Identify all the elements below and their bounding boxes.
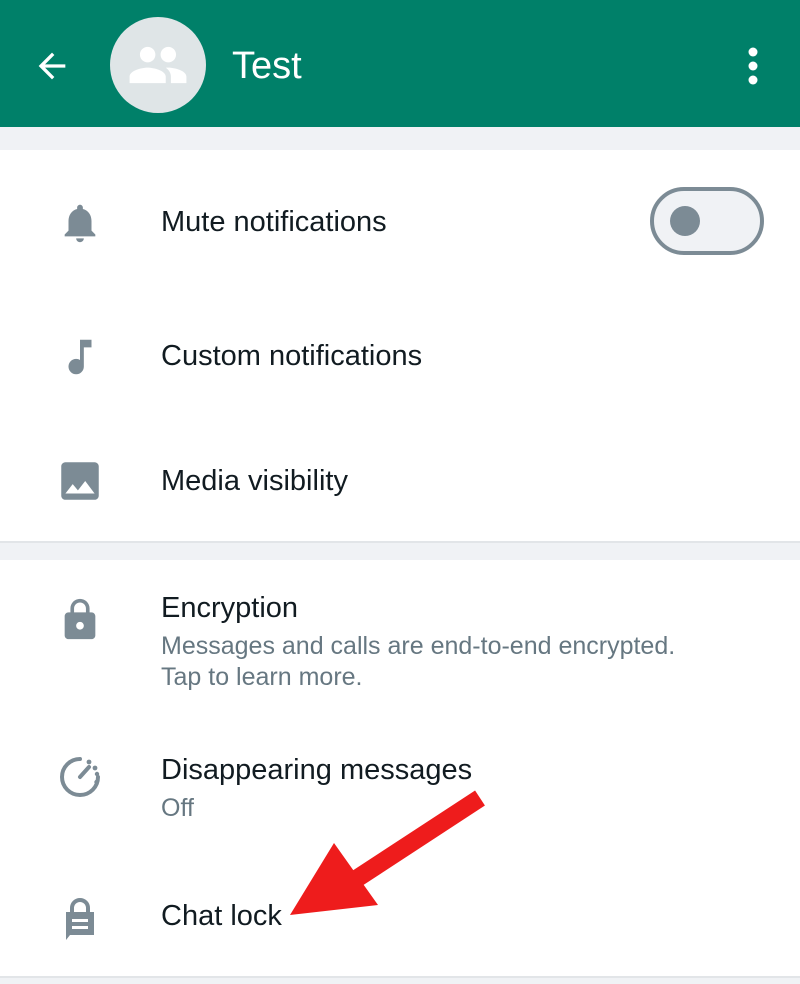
arrow-back-icon — [38, 52, 66, 80]
image-icon — [52, 453, 108, 509]
chat-lock-row[interactable]: Chat lock — [0, 846, 800, 976]
encryption-subtitle-line1: Messages and calls are end-to-end encryp… — [161, 632, 676, 660]
timer-icon — [52, 749, 108, 805]
disappearing-messages-label: Disappearing messages — [161, 754, 473, 786]
disappearing-messages-status: Off — [161, 794, 194, 822]
chat-lock-icon — [52, 891, 108, 947]
custom-notifications-row[interactable]: Custom notifications — [0, 292, 800, 417]
media-visibility-row[interactable]: Media visibility — [0, 417, 800, 543]
chat-lock-label: Chat lock — [161, 900, 282, 932]
group-icon — [129, 46, 187, 84]
lock-icon — [52, 592, 108, 648]
mute-notifications-label: Mute notifications — [161, 206, 387, 238]
group-avatar[interactable] — [110, 17, 206, 113]
toggle-knob — [670, 206, 700, 236]
more-options-button[interactable] — [728, 38, 778, 94]
more-vert-icon — [748, 47, 758, 85]
mute-notifications-row[interactable]: Mute notifications — [0, 150, 800, 292]
bell-icon — [52, 195, 108, 251]
custom-notifications-label: Custom notifications — [161, 340, 423, 372]
chat-title[interactable]: Test — [232, 44, 302, 88]
encryption-subtitle-line2: Tap to learn more. — [161, 663, 363, 691]
encryption-row[interactable]: Encryption Messages and calls are end-to… — [0, 560, 800, 718]
app-bar: Test — [0, 0, 800, 127]
mute-notifications-toggle[interactable] — [650, 187, 764, 255]
privacy-section: Encryption Messages and calls are end-to… — [0, 560, 800, 978]
disappearing-messages-row[interactable]: Disappearing messages Off — [0, 718, 800, 846]
back-button[interactable] — [22, 36, 82, 96]
music-note-icon — [52, 329, 108, 385]
encryption-label: Encryption — [161, 592, 299, 624]
notifications-section: Mute notifications Custom notifications … — [0, 150, 800, 543]
media-visibility-label: Media visibility — [161, 465, 348, 497]
